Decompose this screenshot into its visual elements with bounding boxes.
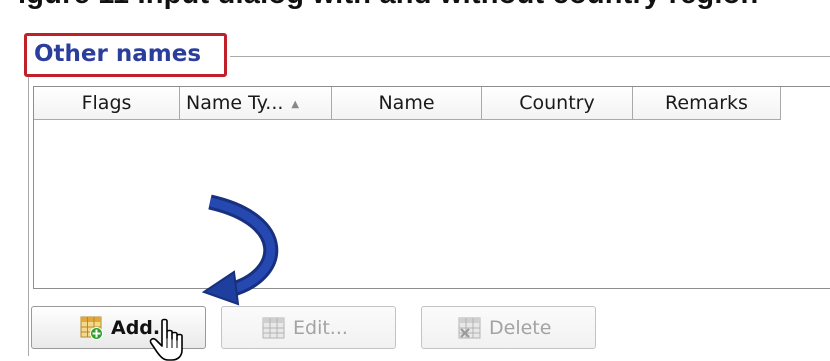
table-add-icon [80, 316, 103, 340]
column-header-remarks[interactable]: Remarks [633, 87, 781, 119]
table-header-row: Flags Name Ty... ▲ Name Country Remarks [34, 87, 781, 120]
column-header-name-type[interactable]: Name Ty... ▲ [180, 87, 332, 119]
hand-pointer-icon [149, 318, 183, 361]
edit-button-label: Edit... [293, 316, 348, 339]
group-border-left [28, 56, 29, 356]
sort-asc-icon: ▲ [291, 99, 300, 110]
column-header-flags[interactable]: Flags [34, 87, 180, 119]
edit-button[interactable]: Edit... [221, 306, 396, 349]
caption-fragment: igure 11 Input dialog with and without c… [18, 0, 758, 11]
delete-button-label: Delete [489, 316, 552, 339]
group-title: Other names [24, 33, 227, 77]
group-border-top [230, 56, 830, 57]
column-header-name[interactable]: Name [332, 87, 482, 119]
column-header-country[interactable]: Country [482, 87, 633, 119]
table-delete-icon [458, 317, 481, 338]
column-header-name-type-label: Name Ty... [186, 92, 284, 114]
other-names-table[interactable]: Flags Name Ty... ▲ Name Country Remarks [33, 86, 830, 289]
delete-button[interactable]: Delete [421, 306, 596, 349]
curved-arrow-icon [201, 194, 279, 306]
table-edit-icon [262, 317, 285, 338]
